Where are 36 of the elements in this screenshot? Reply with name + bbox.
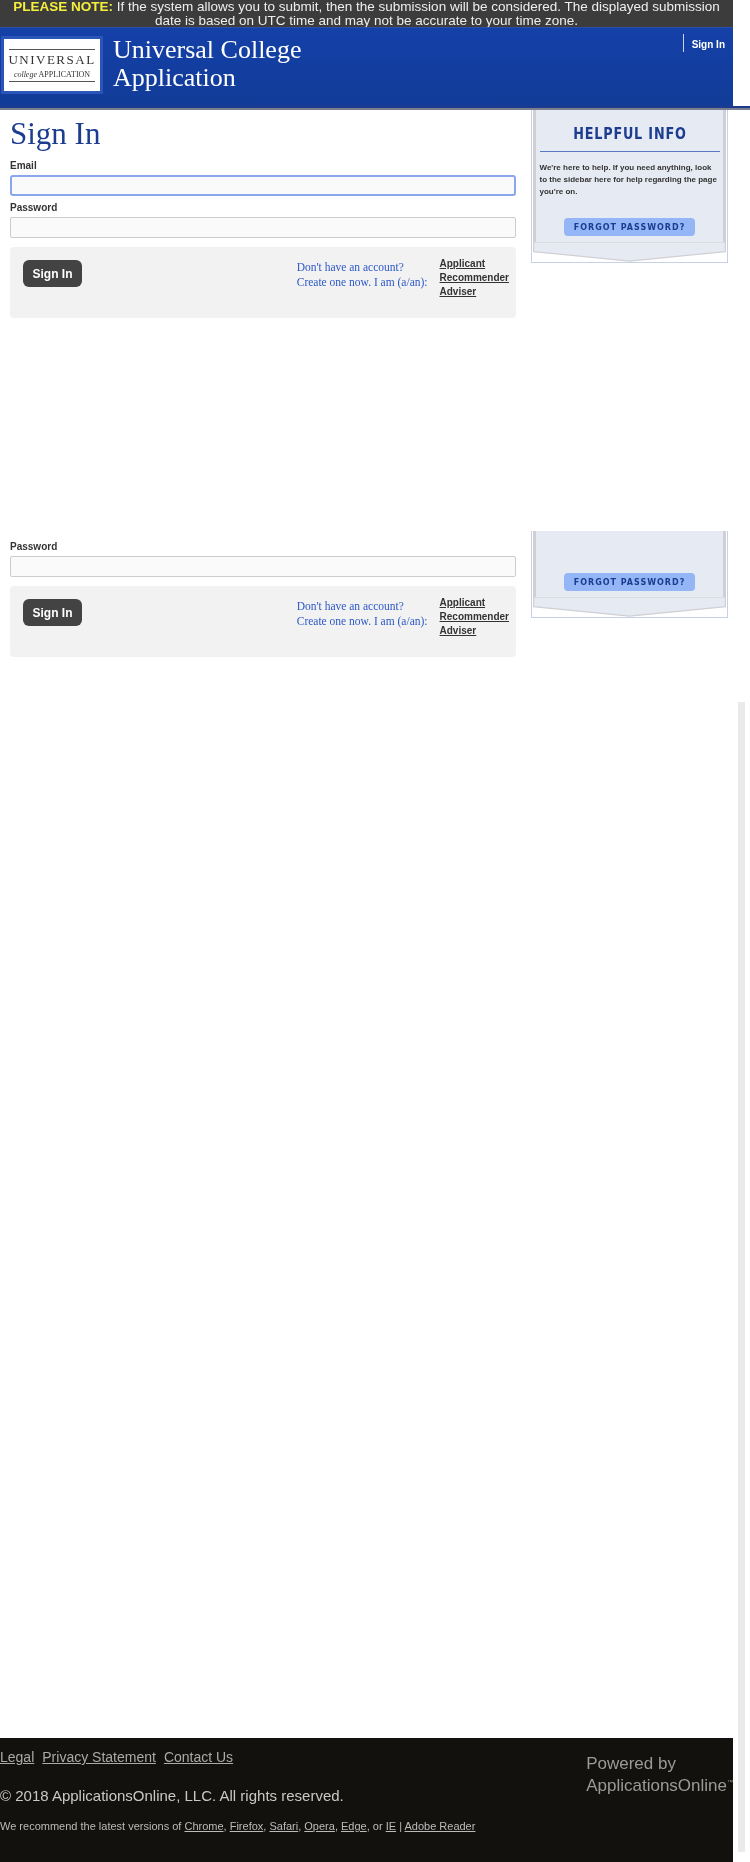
input-field[interactable] — [10, 556, 516, 577]
field-label: Password — [10, 541, 59, 552]
browser-link[interactable]: Edge — [341, 1820, 367, 1832]
copyright-text: © 2018 ApplicationsOnline, LLC. All rights reserved. — [0, 1787, 345, 1804]
forgot-password-button[interactable]: FORGOT PASSWORD? — [563, 573, 696, 591]
help-text: We're here to help. If you need anything, look to the sidebar here for help regarding the page you're on. — [539, 162, 718, 198]
browser-link[interactable]: Adobe Reader — [404, 1820, 476, 1832]
browser-recommendation: We recommend the latest versions of Chrome, Firefox, Safari, Opera, Edge, or IE | Adobe Reader — [0, 1820, 476, 1832]
input-field[interactable] — [10, 175, 516, 196]
account-prompt: Don't have an account? Create one now. I am (a/an): — [296, 599, 428, 629]
browser-link[interactable]: IE — [385, 1820, 397, 1832]
footer-link[interactable]: Contact Us — [163, 1749, 234, 1765]
footer-link[interactable]: Privacy Statement — [42, 1749, 156, 1765]
site-title: Universal College Application — [113, 36, 303, 92]
logo: UNIVERSAL college APPLICATION — [1, 36, 103, 94]
account-prompt: Don't have an account? Create one now. I am (a/an): — [296, 260, 428, 290]
sign-in-button[interactable]: Sign In — [23, 599, 82, 626]
forgot-password-button[interactable]: FORGOT PASSWORD? — [563, 218, 696, 236]
nav-link[interactable]: Sign In — [691, 39, 725, 50]
browser-link[interactable]: Opera — [304, 1820, 335, 1832]
input-field[interactable] — [10, 217, 516, 238]
footer-link[interactable]: Legal — [0, 1749, 35, 1765]
powered-by-text: Powered by ApplicationsOnline$^{™}$ — [586, 1755, 733, 1797]
field-label: Email — [10, 160, 38, 171]
help-title: HELPFUL INFO — [572, 124, 687, 143]
role-link[interactable]: Adviser — [439, 285, 509, 299]
role-link[interactable]: Recommender — [439, 610, 509, 624]
role-link[interactable]: Applicant — [439, 257, 509, 271]
sign-in-button[interactable]: Sign In — [23, 260, 82, 287]
notice-banner: PLEASE NOTE: If the system allows you to submit, then the submission will be considered. The displayed submission date is based on UTC time and may not be accurate to your time zone. — [0, 0, 733, 27]
role-link[interactable]: Adviser — [439, 624, 509, 638]
browser-link[interactable]: Chrome — [184, 1820, 224, 1832]
page-title: Sign In — [10, 116, 102, 152]
role-link[interactable]: Applicant — [439, 596, 509, 610]
field-label: Password — [10, 202, 59, 213]
role-link[interactable]: Recommender — [439, 271, 509, 285]
